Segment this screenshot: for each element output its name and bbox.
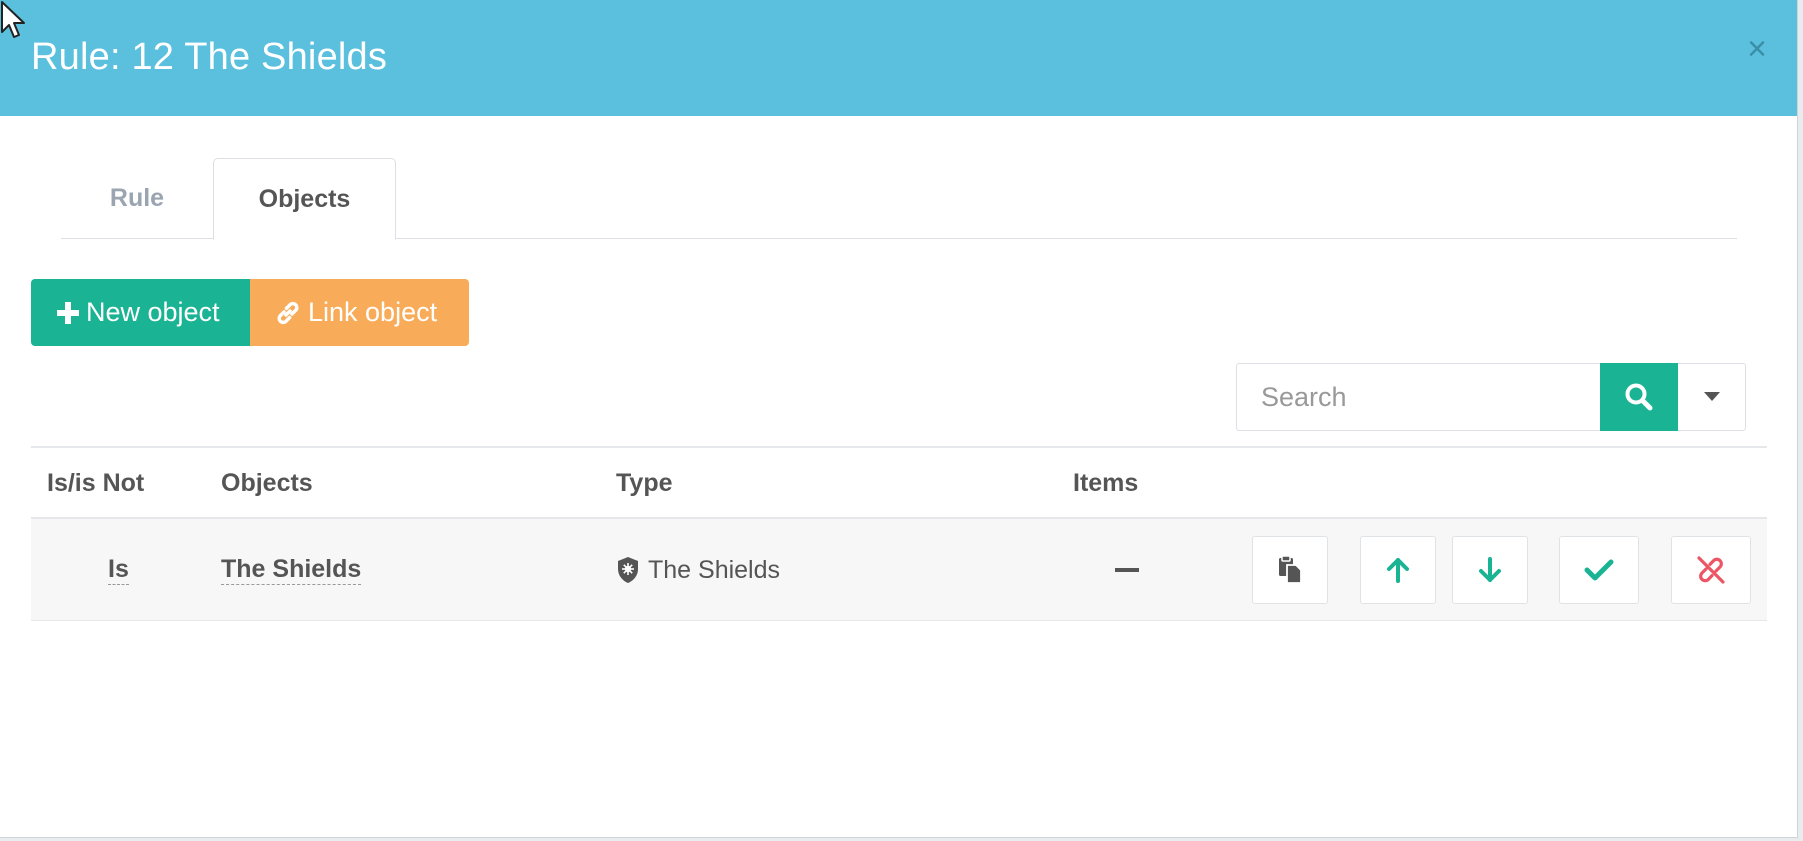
copy-button[interactable] [1252, 536, 1328, 604]
tab-objects[interactable]: Objects [213, 158, 396, 240]
search-group [1236, 363, 1746, 431]
is-not-toggle[interactable]: Is [108, 555, 129, 585]
confirm-button[interactable] [1559, 536, 1639, 604]
search-button[interactable] [1600, 363, 1678, 431]
arrow-down-icon [1479, 557, 1501, 582]
table-row: Is The Shields The Shields [31, 519, 1767, 621]
header-items: Items [1073, 469, 1139, 497]
copy-icon [1279, 555, 1302, 584]
unlink-icon [1697, 556, 1725, 584]
type-label: The Shields [648, 555, 781, 584]
unlink-button[interactable] [1671, 536, 1751, 604]
items-empty-dash [1115, 568, 1139, 572]
caret-down-icon [1703, 392, 1720, 401]
objects-table: Is/is Not Objects Type Items Is The Shie… [31, 446, 1767, 621]
tab-rule[interactable]: Rule [61, 158, 213, 239]
modal-header: Rule: 12 The Shields × [0, 0, 1797, 116]
arrow-up-icon [1387, 558, 1409, 583]
check-icon [1584, 559, 1614, 581]
search-icon [1625, 383, 1653, 411]
close-icon[interactable]: × [1747, 32, 1767, 66]
object-link[interactable]: The Shields [221, 555, 362, 585]
header-type: Type [616, 469, 673, 497]
move-down-button[interactable] [1452, 536, 1528, 604]
mouse-cursor-icon [1, 1, 25, 38]
new-object-button[interactable]: New object [31, 279, 250, 346]
tab-bar: Rule Objects [61, 158, 1737, 240]
object-actions: New object Link object [31, 279, 469, 346]
header-objects: Objects [221, 469, 313, 497]
header-is-not: Is/is Not [47, 469, 145, 497]
link-icon [277, 301, 299, 324]
modal-title: Rule: 12 The Shields [31, 36, 388, 78]
rule-modal: Rule: 12 The Shields × Rule Objects New … [0, 0, 1798, 838]
move-up-button[interactable] [1360, 536, 1436, 604]
search-options-dropdown[interactable] [1678, 363, 1746, 431]
link-object-button[interactable]: Link object [250, 279, 469, 346]
search-input[interactable] [1236, 363, 1600, 431]
link-object-label: Link object [308, 297, 438, 327]
plus-icon [57, 301, 79, 324]
table-header: Is/is Not Objects Type Items [31, 446, 1767, 519]
shield-icon [618, 557, 638, 583]
new-object-label: New object [86, 297, 220, 327]
